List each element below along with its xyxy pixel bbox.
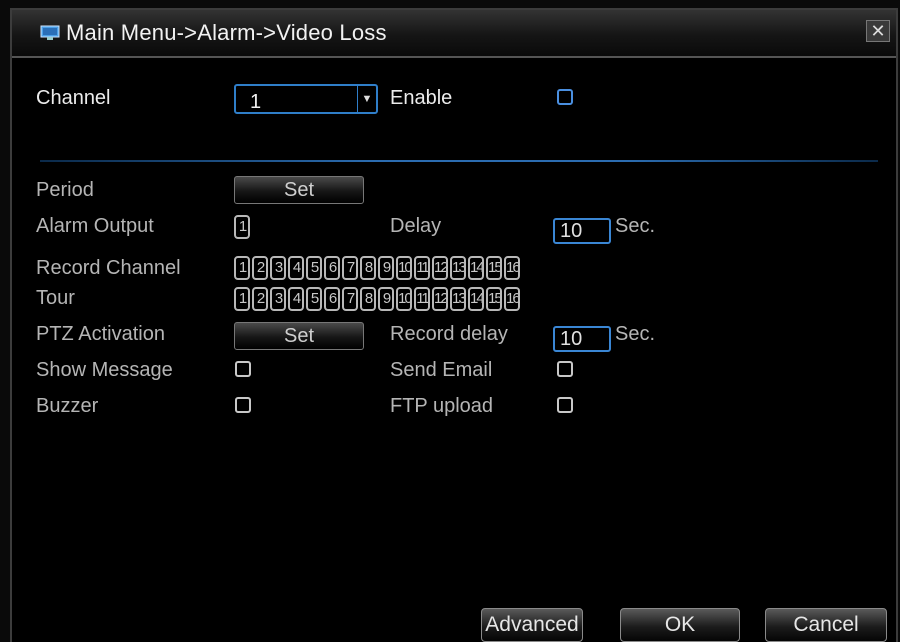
- title-bar[interactable]: Main Menu->Alarm->Video Loss ✕: [12, 10, 896, 58]
- monitor-icon: [40, 25, 60, 40]
- tour-channel-16[interactable]: 16: [504, 287, 520, 311]
- send-email-label: Send Email: [390, 359, 493, 381]
- record-delay-unit: Sec.: [615, 323, 656, 345]
- record-channel-4[interactable]: 4: [288, 256, 304, 280]
- tour-channel-1[interactable]: 1: [234, 287, 250, 311]
- tour-label: Tour: [36, 287, 75, 309]
- cancel-button[interactable]: Cancel: [765, 608, 887, 642]
- record-channel-9[interactable]: 9: [378, 256, 394, 280]
- record-channel-1[interactable]: 1: [234, 256, 250, 280]
- tour-channel-15[interactable]: 15: [486, 287, 502, 311]
- ftp-upload-checkbox[interactable]: [557, 397, 573, 413]
- enable-checkbox[interactable]: [557, 89, 573, 105]
- ok-button[interactable]: OK: [620, 608, 740, 642]
- buzzer-label: Buzzer: [36, 395, 99, 417]
- tour-channel-6[interactable]: 6: [324, 287, 340, 311]
- ptz-set-button[interactable]: Set: [234, 322, 364, 350]
- record-channel-14[interactable]: 14: [468, 256, 484, 280]
- tour-channel-14[interactable]: 14: [468, 287, 484, 311]
- ptz-activation-label: PTZ Activation: [36, 323, 165, 345]
- record-channel-3[interactable]: 3: [270, 256, 286, 280]
- record-channel-5[interactable]: 5: [306, 256, 322, 280]
- alarm-output-label: Alarm Output: [36, 215, 154, 237]
- delay-input[interactable]: 10: [553, 218, 611, 244]
- close-button[interactable]: ✕: [866, 20, 890, 42]
- alarm-output-channels: 1: [234, 215, 252, 239]
- record-channel-13[interactable]: 13: [450, 256, 466, 280]
- ftp-upload-label: FTP upload: [390, 395, 494, 417]
- show-message-label: Show Message: [36, 359, 173, 381]
- tour-channel-3[interactable]: 3: [270, 287, 286, 311]
- tour-channel-5[interactable]: 5: [306, 287, 322, 311]
- tour-channel-11[interactable]: 11: [414, 287, 430, 311]
- send-email-checkbox[interactable]: [557, 361, 573, 377]
- record-channel-11[interactable]: 11: [414, 256, 430, 280]
- tour-channel-2[interactable]: 2: [252, 287, 268, 311]
- period-label: Period: [36, 179, 94, 201]
- record-channel-2[interactable]: 2: [252, 256, 268, 280]
- record-channel-8[interactable]: 8: [360, 256, 376, 280]
- channel-label: Channel: [36, 87, 111, 109]
- tour-channel-13[interactable]: 13: [450, 287, 466, 311]
- tour-channel-list: 1 2 3 4 5 6 7 8 9 10 11 12 13 14 15 16: [234, 287, 522, 311]
- record-delay-input[interactable]: 10: [553, 326, 611, 352]
- channel-value: 1: [250, 91, 262, 113]
- delay-unit: Sec.: [615, 215, 656, 237]
- channel-select[interactable]: 1 ▼: [234, 84, 378, 114]
- record-channel-7[interactable]: 7: [342, 256, 358, 280]
- alarm-output-channel-1[interactable]: 1: [234, 215, 250, 239]
- record-channel-15[interactable]: 15: [486, 256, 502, 280]
- tour-channel-10[interactable]: 10: [396, 287, 412, 311]
- video-loss-dialog: Main Menu->Alarm->Video Loss ✕ Channel 1…: [10, 8, 898, 642]
- enable-label: Enable: [390, 87, 453, 109]
- tour-channel-12[interactable]: 12: [432, 287, 448, 311]
- record-channel-6[interactable]: 6: [324, 256, 340, 280]
- advanced-button[interactable]: Advanced: [481, 608, 583, 642]
- dialog-title: Main Menu->Alarm->Video Loss: [66, 20, 387, 45]
- record-channel-10[interactable]: 10: [396, 256, 412, 280]
- tour-channel-4[interactable]: 4: [288, 287, 304, 311]
- show-message-checkbox[interactable]: [235, 361, 251, 377]
- tour-channel-9[interactable]: 9: [378, 287, 394, 311]
- record-delay-label: Record delay: [390, 323, 508, 345]
- record-channel-label: Record Channel: [36, 257, 181, 279]
- delay-label: Delay: [390, 215, 442, 237]
- buzzer-checkbox[interactable]: [235, 397, 251, 413]
- record-channel-12[interactable]: 12: [432, 256, 448, 280]
- record-channel-list: 1 2 3 4 5 6 7 8 9 10 11 12 13 14 15 16: [234, 256, 522, 280]
- tour-channel-7[interactable]: 7: [342, 287, 358, 311]
- period-set-button[interactable]: Set: [234, 176, 364, 204]
- chevron-down-icon[interactable]: ▼: [357, 86, 376, 112]
- tour-channel-8[interactable]: 8: [360, 287, 376, 311]
- record-channel-16[interactable]: 16: [504, 256, 520, 280]
- section-divider: [40, 160, 878, 162]
- close-icon: ✕: [870, 21, 886, 41]
